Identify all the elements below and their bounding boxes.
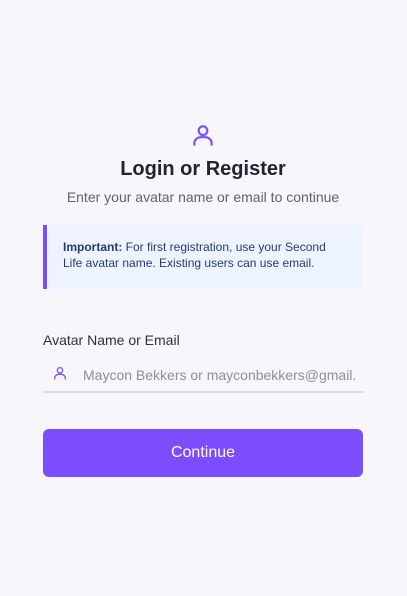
page-title: Login or Register <box>120 158 286 180</box>
login-card: Login or Register Enter your avatar name… <box>43 122 363 477</box>
user-icon <box>54 367 66 380</box>
avatar-input-wrapper[interactable] <box>43 361 363 393</box>
important-notice: Important: For first registration, use y… <box>43 225 363 289</box>
page-subtitle: Enter your avatar name or email to conti… <box>66 189 340 205</box>
avatar-field-label: Avatar Name or Email <box>43 332 180 348</box>
continue-button[interactable]: Continue <box>43 429 363 477</box>
avatar-name-or-email-input[interactable] <box>83 361 355 389</box>
notice-strong: Important: <box>63 240 123 254</box>
user-icon <box>193 125 213 146</box>
